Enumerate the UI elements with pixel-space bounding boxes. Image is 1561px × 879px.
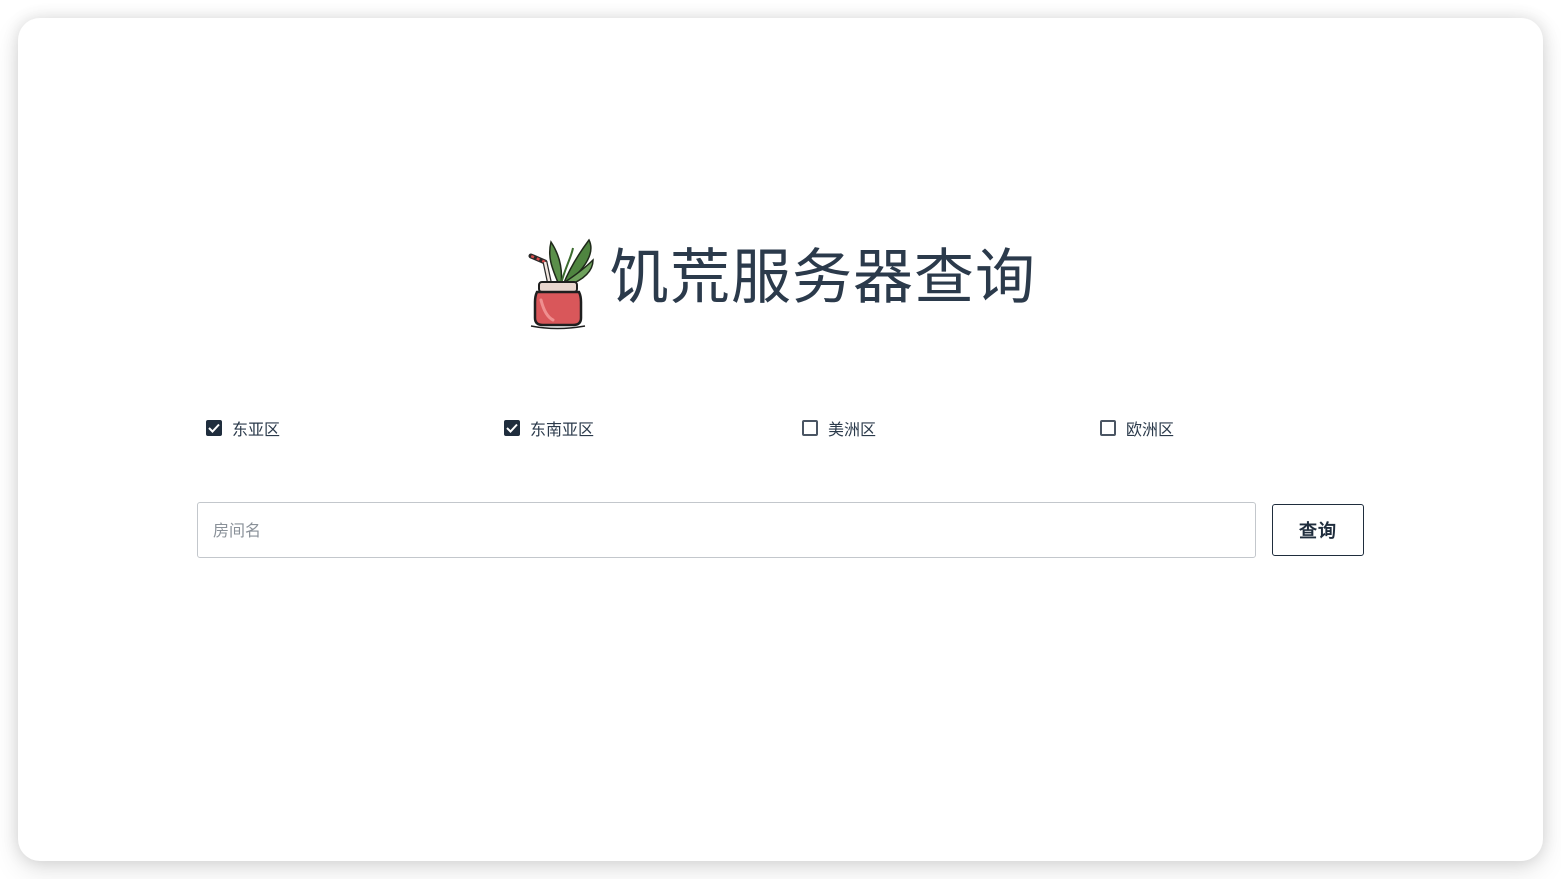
app-window: 饥荒服务器查询 东亚区 东南亚区 美洲区 欧洲区 房间名 查询 <box>18 18 1543 861</box>
page-title: 饥荒服务器查询 <box>609 243 1036 313</box>
region-label: 美洲区 <box>828 420 877 439</box>
checkbox-unchecked-icon[interactable] <box>1100 420 1116 436</box>
checkbox-checked-icon[interactable] <box>504 420 520 436</box>
beverage-jar-icon <box>528 238 594 330</box>
query-button[interactable]: 查询 <box>1272 504 1364 556</box>
region-label: 东南亚区 <box>530 420 595 439</box>
region-label: 东亚区 <box>232 420 281 439</box>
checkmark-icon <box>208 423 220 433</box>
checkbox-checked-icon[interactable] <box>206 420 222 436</box>
region-option-europe[interactable]: 欧洲区 <box>1100 416 1398 440</box>
checkbox-unchecked-icon[interactable] <box>802 420 818 436</box>
region-option-east-asia[interactable]: 东亚区 <box>206 416 504 440</box>
search-bar: 查询 <box>197 502 1364 558</box>
room-name-input[interactable] <box>197 502 1256 558</box>
page-header: 饥荒服务器查询 <box>18 226 1543 330</box>
region-option-americas[interactable]: 美洲区 <box>802 416 1100 440</box>
region-filter: 东亚区 东南亚区 美洲区 欧洲区 <box>206 416 1398 440</box>
checkmark-icon <box>506 423 518 433</box>
region-option-southeast-asia[interactable]: 东南亚区 <box>504 416 802 440</box>
region-label: 欧洲区 <box>1126 420 1175 439</box>
